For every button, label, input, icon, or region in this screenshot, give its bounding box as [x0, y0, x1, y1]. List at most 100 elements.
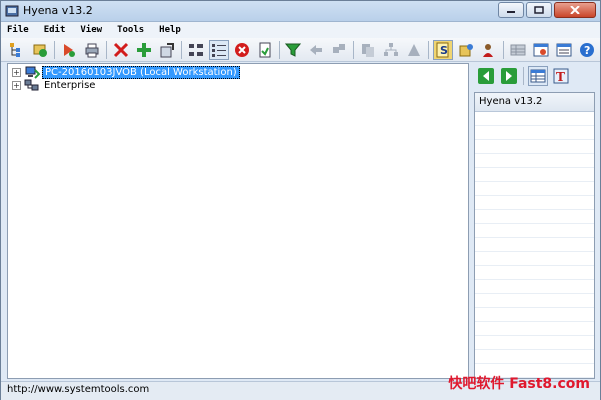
- tree-view[interactable]: + PC-20160103JVOB (Local Workstation) + …: [7, 63, 469, 379]
- watermark-logo: 快吧软件 Fast8.com: [448, 376, 590, 392]
- list-item: [475, 182, 594, 196]
- settings-button[interactable]: [456, 40, 476, 60]
- arrow-right-icon: [501, 68, 517, 84]
- refresh-tree-button[interactable]: [30, 40, 50, 60]
- expand-toggle[interactable]: +: [12, 68, 21, 77]
- back-nav-button[interactable]: [306, 40, 326, 60]
- filter-button[interactable]: [284, 40, 304, 60]
- text-view-button[interactable]: T: [551, 66, 571, 86]
- right-panel-header: Hyena v13.2: [475, 93, 594, 112]
- print-button[interactable]: [82, 40, 102, 60]
- script-button[interactable]: S: [433, 39, 454, 60]
- settings-icon: [459, 43, 474, 56]
- delete-button[interactable]: [111, 40, 131, 60]
- list-item: [475, 140, 594, 154]
- list-item: [475, 336, 594, 350]
- svg-text:S: S: [440, 44, 448, 57]
- svg-text:?: ?: [584, 44, 590, 57]
- maximize-button[interactable]: [526, 2, 552, 18]
- window-controls: [498, 2, 596, 18]
- shape-icon: [408, 43, 421, 56]
- arrow-left-icon: [478, 68, 494, 84]
- close-button[interactable]: [554, 2, 596, 18]
- workstation-icon: [25, 66, 40, 79]
- filter-icon: [285, 43, 302, 57]
- expand-toggle[interactable]: +: [12, 81, 21, 90]
- list-view-button[interactable]: [208, 39, 229, 60]
- export-icon: [259, 42, 271, 57]
- list-item: [475, 322, 594, 336]
- shape-button[interactable]: [404, 40, 424, 60]
- title-bar: Hyena v13.2: [1, 1, 600, 22]
- toolbar-separator: [353, 40, 355, 59]
- user-icon: [483, 43, 494, 57]
- add-button[interactable]: [134, 40, 154, 60]
- delete-icon: [113, 42, 128, 57]
- maximize-icon: [534, 6, 544, 14]
- menu-tools[interactable]: Tools: [111, 25, 153, 35]
- list-item: [475, 294, 594, 308]
- tree-item-label: Enterprise: [44, 80, 96, 91]
- list-item: [475, 266, 594, 280]
- list-item: [475, 196, 594, 210]
- table-view-button[interactable]: [528, 66, 548, 86]
- help-button[interactable]: ?: [577, 40, 597, 60]
- layout-button[interactable]: [186, 40, 206, 60]
- hierarchy-button[interactable]: [381, 40, 401, 60]
- list-item: [475, 252, 594, 266]
- minimize-icon: [507, 11, 515, 13]
- grid-icon: [510, 44, 526, 55]
- toolbar-separator: [105, 40, 107, 59]
- refresh-tree-icon: [33, 44, 47, 57]
- minimize-button[interactable]: [498, 2, 524, 18]
- list-item: [475, 350, 594, 364]
- add-icon: [136, 42, 151, 57]
- shuffle-button[interactable]: [329, 40, 349, 60]
- script-icon: S: [436, 42, 449, 57]
- properties-icon: [160, 42, 174, 57]
- copy-button[interactable]: [358, 40, 378, 60]
- menu-help[interactable]: Help: [153, 25, 190, 35]
- menu-view[interactable]: View: [74, 25, 111, 35]
- user-button[interactable]: [479, 40, 499, 60]
- hierarchy-icon: [384, 42, 399, 56]
- window-button[interactable]: [531, 40, 551, 60]
- grid-button[interactable]: [508, 40, 528, 60]
- hyena-app-icon: [5, 5, 19, 17]
- stop-icon: [234, 42, 249, 57]
- toolbar-separator: [278, 40, 280, 59]
- right-info-panel[interactable]: Hyena v13.2: [474, 92, 595, 392]
- list-item: [475, 112, 594, 126]
- toolbar-separator: [503, 40, 505, 59]
- copy-icon: [362, 43, 375, 57]
- list-item: [475, 168, 594, 182]
- right-panel-toolbar: T: [473, 64, 600, 88]
- panel-icon: [556, 43, 572, 56]
- panel-button[interactable]: [554, 40, 574, 60]
- list-view-icon: [211, 43, 226, 57]
- text-format-icon: T: [553, 68, 569, 84]
- tree-item-enterprise[interactable]: + Enterprise: [12, 79, 97, 92]
- status-url: http://www.systemtools.com: [7, 384, 150, 395]
- enterprise-icon: [24, 79, 39, 91]
- nav-back-button[interactable]: [476, 66, 496, 86]
- stop-button[interactable]: [232, 40, 252, 60]
- menu-file[interactable]: File: [1, 25, 38, 35]
- export-button[interactable]: [255, 40, 275, 60]
- tree-item-local-workstation[interactable]: + PC-20160103JVOB (Local Workstation): [12, 66, 240, 79]
- window-icon: [533, 43, 549, 56]
- window-title: Hyena v13.2: [23, 4, 93, 17]
- toolbar-separator: [53, 40, 55, 59]
- toolbar-separator: [180, 40, 182, 59]
- menu-bar: File Edit View Tools Help: [1, 22, 600, 38]
- properties-button[interactable]: [157, 40, 177, 60]
- list-item: [475, 210, 594, 224]
- tree-button[interactable]: [7, 40, 27, 60]
- table-icon: [530, 69, 546, 83]
- back-nav-icon: [310, 44, 323, 55]
- nav-forward-button[interactable]: [499, 66, 519, 86]
- add-object-button[interactable]: [59, 40, 79, 60]
- menu-edit[interactable]: Edit: [38, 25, 75, 35]
- app-window: Hyena v13.2 File Edit View Tools Help S …: [0, 0, 601, 400]
- tree-item-label: PC-20160103JVOB (Local Workstation): [42, 66, 240, 79]
